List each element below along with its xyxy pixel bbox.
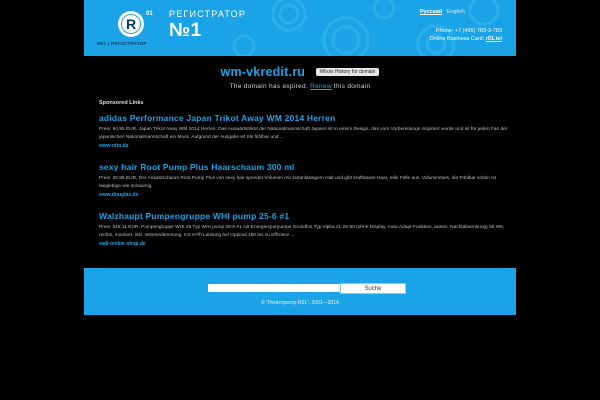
copyright-text: © “Регистратор R01”, 2001—2014 <box>261 300 339 306</box>
ad-item: Walzhaupt Pumpengruppe WHI pump 25-6 #1 … <box>99 211 509 247</box>
phone-number: Phone: +7 (495) 783-3-783 <box>435 28 502 34</box>
ad-url-link[interactable]: wall-online-shop.de <box>99 241 509 247</box>
search-button[interactable]: Suche <box>340 283 406 294</box>
language-switcher: Русский English <box>420 9 465 15</box>
ad-title-link[interactable]: adidas Performance Japan Trikot Away WM … <box>99 113 509 123</box>
business-card-line: Online Business Card: r01.tel <box>384 35 502 43</box>
sponsored-links-heading: Sponsored Links <box>99 100 144 106</box>
logo-caption: R01 | РЕГИСТРАТОР <box>97 41 147 46</box>
ad-item: adidas Performance Japan Trikot Away WM … <box>99 113 509 149</box>
ad-url-link[interactable]: www.otto.de <box>99 143 509 149</box>
contact-info: Phone: +7 (495) 783-3-783 Online Busines… <box>384 27 502 43</box>
brand-number: №1 <box>169 20 202 41</box>
site-footer: Suche © “Регистратор R01”, 2001—2014 <box>84 268 516 315</box>
domain-name: wm-vkredit.ru <box>220 64 306 79</box>
logo-superscript: 01 <box>146 11 153 17</box>
site-header: R 01 R01 | РЕГИСТРАТОР РЕГИСТРАТОР №1 Ру… <box>84 0 516 56</box>
lang-russian-link[interactable]: Русский <box>420 9 442 15</box>
domain-info: wm-vkredit.ru Whois History for domain T… <box>84 63 516 90</box>
status-suffix: this domain <box>331 83 371 90</box>
ad-description: Preis: 518,11 EUR, Pumpengruppe WHI 25 T… <box>99 225 505 238</box>
ad-list: adidas Performance Japan Trikot Away WM … <box>99 113 509 260</box>
logo-letter: R <box>126 16 136 32</box>
search-input[interactable] <box>208 284 340 292</box>
ad-title-link[interactable]: Walzhaupt Pumpengruppe WHI pump 25-6 #1 <box>99 211 509 221</box>
business-card-link[interactable]: r01.tel <box>486 36 502 42</box>
brand-title: РЕГИСТРАТОР <box>169 9 247 19</box>
ad-description: Preis: 84,95 EUR, Japan Trikot Away WM 2… <box>99 127 508 140</box>
business-card-label: Online Business Card: <box>429 36 486 42</box>
whois-history-button[interactable]: Whois History for domain <box>315 67 380 76</box>
ad-title-link[interactable]: sexy hair Root Pump Plus Haarschaum 300 … <box>99 162 509 172</box>
domain-status: The domain has expired. Renew this domai… <box>84 83 516 90</box>
renew-link[interactable]: Renew <box>310 83 332 90</box>
status-prefix: The domain has expired. <box>229 83 311 90</box>
ad-item: sexy hair Root Pump Plus Haarschaum 300 … <box>99 162 509 198</box>
registrar-logo-icon[interactable]: R 01 <box>116 6 156 42</box>
ad-description: Preis: 20,95 EUR, Der Ansatzschaum Root … <box>99 176 497 189</box>
lang-english-link[interactable]: English <box>447 9 465 15</box>
ad-url-link[interactable]: www.douglas.de <box>99 192 509 198</box>
